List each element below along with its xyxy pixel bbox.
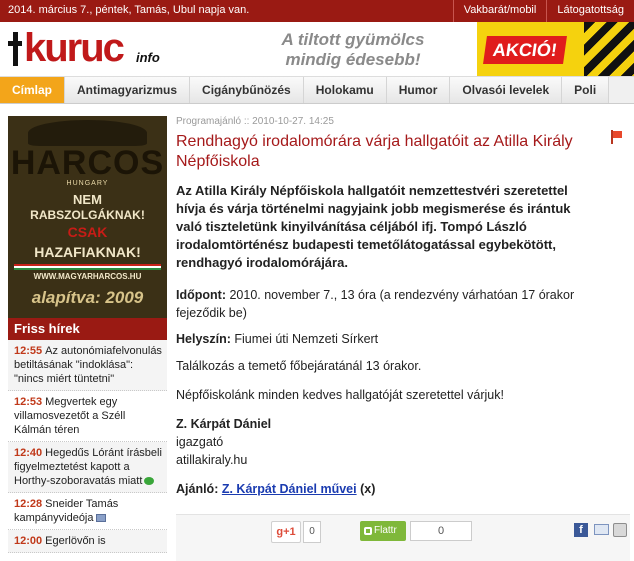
signature-name: Z. Kárpát Dániel bbox=[176, 417, 272, 431]
flattr-count: 0 bbox=[410, 521, 472, 541]
cross-icon bbox=[8, 32, 22, 66]
report-flag-icon[interactable] bbox=[609, 130, 623, 144]
tab-humor[interactable]: Humor bbox=[386, 77, 451, 103]
news-item[interactable]: 12:00 Egerlövőn is bbox=[8, 530, 167, 553]
banner-line-4: HAZAFIAKNAK! bbox=[34, 244, 141, 260]
recommendation-suffix: (x) bbox=[360, 482, 376, 496]
email-icon[interactable] bbox=[594, 524, 609, 535]
news-text: Egerlövőn is bbox=[45, 535, 106, 547]
site-header: kuruc info A tiltott gyümölcs mindig éde… bbox=[0, 22, 634, 76]
promo-label: AKCIÓ! bbox=[483, 36, 567, 64]
facebook-icon[interactable]: f bbox=[574, 523, 588, 537]
meeting-point: Találkozás a temető főbejáratánál 13 óra… bbox=[176, 359, 422, 373]
signature-role: igazgató bbox=[176, 435, 224, 449]
recommendation-label: Ajánló: bbox=[176, 482, 219, 496]
signature: Z. Kárpát Dániel igazgató atillakiraly.h… bbox=[176, 415, 596, 469]
latest-news-heading: Friss hírek bbox=[8, 318, 167, 340]
event-time-label: Időpont: bbox=[176, 288, 226, 302]
news-time: 12:28 bbox=[14, 498, 43, 510]
banner-line-3: CSAK bbox=[67, 224, 108, 240]
tab-cimlap[interactable]: Címlap bbox=[0, 77, 66, 103]
eagle-icon bbox=[28, 120, 147, 146]
share-bar: g+1 0 Flattr 0 f bbox=[176, 514, 630, 561]
header-slogan: A tiltott gyümölcs mindig édesebb! bbox=[248, 30, 458, 70]
current-date: 2014. március 7., péntek, Tamás, Ubul na… bbox=[8, 4, 250, 16]
banner-title: HARCOS bbox=[10, 144, 165, 182]
event-location-value: Fiumei úti Nemzeti Sírkert bbox=[234, 332, 379, 346]
logo-text: kuruc bbox=[24, 26, 125, 70]
news-time: 12:53 bbox=[14, 396, 43, 408]
slogan-line-2: mindig édesebb! bbox=[285, 50, 421, 69]
banner-line-2: RABSZOLGÁKNAK! bbox=[30, 208, 145, 222]
accessible-mobile-link[interactable]: Vakbarát/mobil bbox=[452, 0, 547, 22]
news-time: 12:00 bbox=[14, 535, 43, 547]
banner-subtitle: HUNGARY bbox=[66, 180, 109, 187]
google-plus-count: 0 bbox=[303, 521, 321, 543]
banner-url: WWW.MAGYARHARCOS.HU bbox=[33, 272, 142, 281]
promo-banner[interactable]: AKCIÓ! bbox=[477, 22, 634, 76]
google-plus-button[interactable]: g+1 bbox=[271, 521, 301, 543]
article: Programajánló :: 2010-10-27. 14:25 Rendh… bbox=[176, 116, 634, 561]
event-location-label: Helyszín: bbox=[176, 332, 231, 346]
tab-holokamu[interactable]: Holokamu bbox=[303, 77, 387, 103]
article-lead: Az Atilla Király Népfőiskola hallgatóit … bbox=[176, 183, 571, 270]
slogan-line-1: A tiltott gyümölcs bbox=[281, 30, 425, 49]
event-location: Helyszín: Fiumei úti Nemzeti Sírkert bbox=[176, 330, 596, 348]
news-item[interactable]: 12:28 Sneider Tamás kampányvideója bbox=[8, 493, 167, 530]
signature-site: atillakiraly.hu bbox=[176, 453, 248, 467]
main-nav: Címlap Antimagyarizmus Cigánybűnözés Hol… bbox=[0, 76, 634, 104]
news-time: 12:55 bbox=[14, 345, 43, 357]
tab-olvasoi-levelek[interactable]: Olvasói levelek bbox=[450, 77, 563, 103]
harcos-ad-banner[interactable]: HARCOS HUNGARY NEM RABSZOLGÁKNAK! CSAK H… bbox=[8, 116, 167, 318]
news-item[interactable]: 12:55 Az autonómiafelvonulás betiltásának… bbox=[8, 340, 167, 391]
flattr-button[interactable]: Flattr bbox=[360, 521, 406, 541]
recommendation: Ajánló: Z. Kárpát Dániel művei (x) bbox=[176, 480, 596, 498]
video-icon bbox=[95, 514, 106, 523]
recommendation-link[interactable]: Z. Kárpát Dániel művei bbox=[222, 482, 357, 496]
flag-stripe bbox=[14, 264, 161, 270]
promo-stripes bbox=[584, 22, 634, 76]
top-links: Vakbarát/mobil Látogatottság bbox=[452, 0, 634, 22]
tab-ciganybunozes[interactable]: Cigánybűnözés bbox=[190, 77, 304, 103]
top-bar: 2014. március 7., péntek, Tamás, Ubul na… bbox=[0, 0, 634, 22]
invitation-text: Népfőiskolánk minden kedves hallgatóját … bbox=[176, 388, 504, 402]
article-title: Rendhagyó irodalomórára várja hallgatóit… bbox=[176, 133, 573, 170]
event-time: Időpont: 2010. november 7., 13 óra (a re… bbox=[176, 286, 596, 322]
banner-line-1: NEM bbox=[73, 192, 102, 207]
news-item[interactable]: 12:40 Hegedűs Lóránt írásbeli figyelmezte… bbox=[8, 442, 167, 493]
banner-founded: alapítva: 2009 bbox=[31, 288, 144, 307]
logo-suffix: info bbox=[136, 50, 160, 65]
site-logo[interactable]: kuruc info bbox=[8, 26, 173, 72]
print-icon[interactable] bbox=[613, 523, 627, 537]
news-time: 12:40 bbox=[14, 447, 43, 459]
tab-poli[interactable]: Poli bbox=[562, 77, 610, 103]
event-time-value: 2010. november 7., 13 óra (a rendezvény … bbox=[176, 288, 575, 320]
article-meta: Programajánló :: 2010-10-27. 14:25 bbox=[176, 116, 334, 127]
comment-icon bbox=[144, 477, 155, 486]
visitor-stats-link[interactable]: Látogatottság bbox=[546, 0, 634, 22]
latest-news-list: 12:55 Az autonómiafelvonulás betiltásának… bbox=[8, 340, 167, 561]
tab-antimagyarizmus[interactable]: Antimagyarizmus bbox=[65, 77, 191, 103]
news-item[interactable]: 12:53 Megvertek egy villamosvezetőt a Szé… bbox=[8, 391, 167, 442]
